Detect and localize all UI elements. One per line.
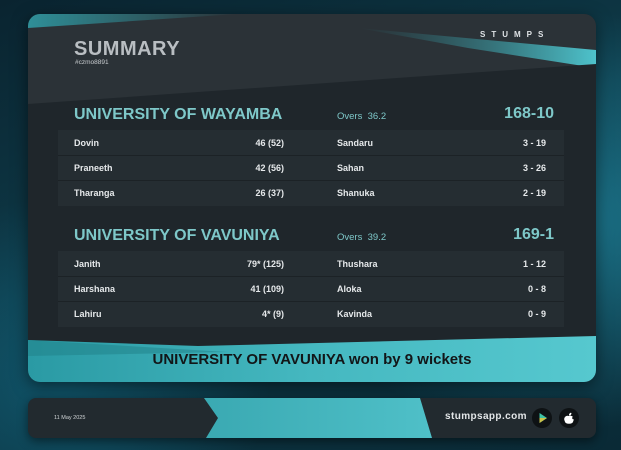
page-title: SUMMARY <box>74 38 181 60</box>
footer-bar: 11 May 2025 stumpsapp.com <box>28 398 596 438</box>
overs: Overs 39.2 <box>337 232 387 243</box>
brand-logo: STUMPS <box>480 30 550 39</box>
team-name: UNIVERSITY OF VAVUNIYA <box>74 227 280 244</box>
bowler-name: Kavinda <box>337 309 373 319</box>
batter-name: Harshana <box>74 284 116 294</box>
innings-2-header: UNIVERSITY OF VAVUNIYA Overs 39.2 169-1 <box>74 226 554 249</box>
innings-1-header: UNIVERSITY OF WAYAMBA Overs 36.2 168-10 <box>74 105 554 128</box>
app-store-button[interactable] <box>559 408 579 428</box>
bowler-figures: 0 - 8 <box>527 284 546 294</box>
table-row: Dovin 46 (52) Sandaru 3 - 19 <box>58 130 564 156</box>
bowler-figures: 2 - 19 <box>522 188 546 198</box>
summary-card: SUMMARY #czmo8891 STUMPS UNIVERSITY OF W… <box>28 14 596 382</box>
batter-name: Praneeth <box>74 163 113 173</box>
batter-name: Dovin <box>74 138 100 148</box>
innings-1-stats: Dovin 46 (52) Sandaru 3 - 19 Praneeth 42… <box>58 130 564 206</box>
bowler-name: Aloka <box>337 284 362 294</box>
table-row: Lahiru 4* (9) Kavinda 0 - 9 <box>58 301 564 326</box>
card-header: SUMMARY #czmo8891 STUMPS <box>28 14 596 104</box>
batter-runs: 42 (56) <box>255 163 284 173</box>
batter-name: Tharanga <box>74 188 115 198</box>
team-score: 168-10 <box>504 105 554 122</box>
match-date: 11 May 2025 <box>54 415 86 421</box>
bowler-figures: 0 - 9 <box>527 309 546 319</box>
batter-name: Lahiru <box>74 309 102 319</box>
batter-runs: 46 (52) <box>255 138 284 148</box>
batter-runs: 4* (9) <box>261 309 284 319</box>
overs: Overs 36.2 <box>337 111 387 122</box>
table-row: Janith 79* (125) Thushara 1 - 12 <box>58 251 564 277</box>
table-row: Praneeth 42 (56) Sahan 3 - 26 <box>58 155 564 181</box>
bowler-name: Sandaru <box>337 138 374 148</box>
team-name: UNIVERSITY OF WAYAMBA <box>74 106 283 123</box>
match-result: UNIVERSITY OF VAVUNIYA won by 9 wickets <box>152 351 472 368</box>
website-link[interactable]: stumpsapp.com <box>445 411 527 422</box>
table-row: Tharanga 26 (37) Shanuka 2 - 19 <box>58 180 564 205</box>
apple-icon <box>564 412 575 424</box>
bowler-figures: 1 - 12 <box>522 259 546 269</box>
bowler-name: Sahan <box>337 163 365 173</box>
team-score: 169-1 <box>513 226 554 243</box>
innings-2-stats: Janith 79* (125) Thushara 1 - 12 Harshan… <box>58 251 564 327</box>
batter-runs: 79* (125) <box>246 259 284 269</box>
bowler-name: Shanuka <box>337 188 375 198</box>
play-store-button[interactable] <box>532 408 552 428</box>
batter-runs: 26 (37) <box>255 188 284 198</box>
bowler-name: Thushara <box>337 259 378 269</box>
match-id: #czmo8891 <box>75 59 109 66</box>
bowler-figures: 3 - 26 <box>522 163 546 173</box>
table-row: Harshana 41 (109) Aloka 0 - 8 <box>58 276 564 302</box>
play-store-icon <box>539 413 547 423</box>
bowler-figures: 3 - 19 <box>522 138 546 148</box>
batter-runs: 41 (109) <box>250 284 284 294</box>
batter-name: Janith <box>74 259 101 269</box>
